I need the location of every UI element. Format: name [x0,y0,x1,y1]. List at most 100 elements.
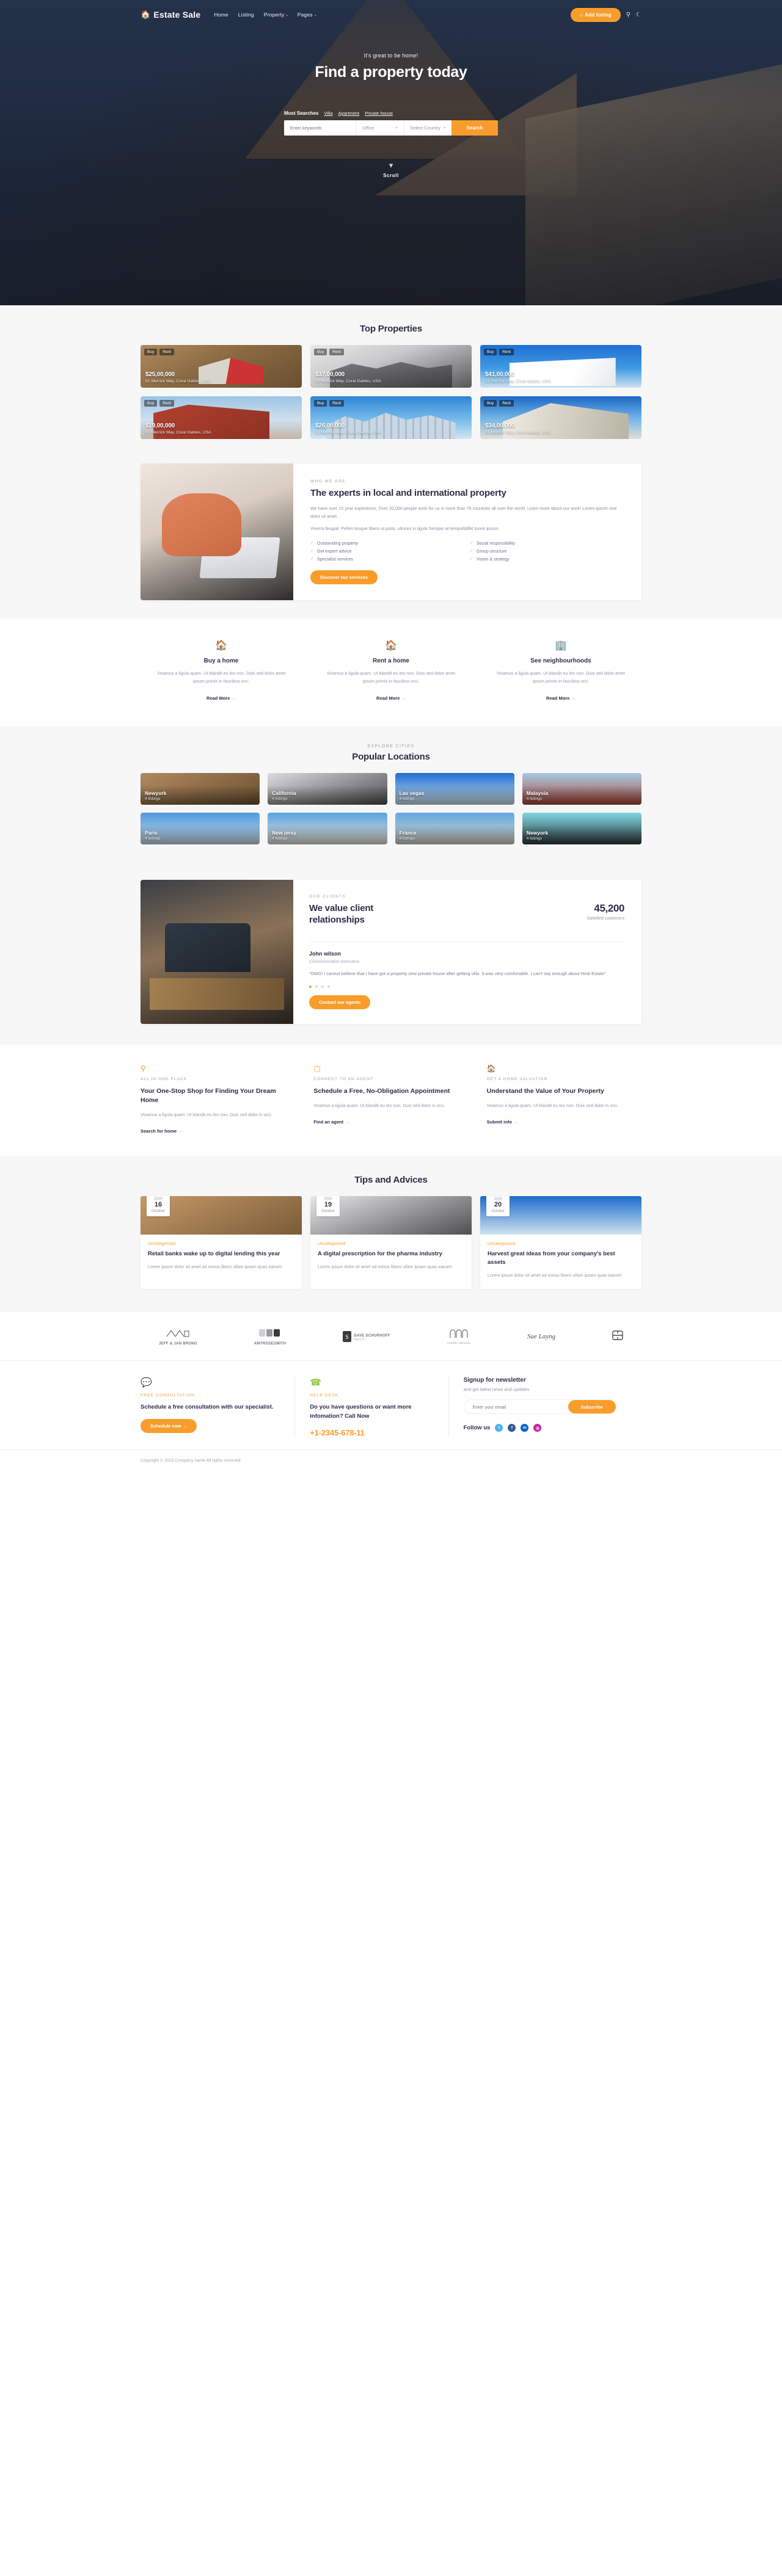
nav-item-pages[interactable]: Pages ⌄ [298,12,317,18]
contact-agents-button[interactable]: Contact our agents [309,995,371,1010]
discover-services-button[interactable]: Discover our services [310,570,378,584]
search-keyword-input[interactable] [284,120,356,136]
feature-read-more-link[interactable]: Read More → [546,695,576,701]
tag-buy[interactable]: Buy [314,349,327,355]
tag-buy[interactable]: Buy [144,400,158,407]
location-card[interactable]: France 4 listings [395,812,514,844]
blog-card[interactable]: 2020 16 October Uncategorized Retail ban… [141,1195,302,1290]
blog-category[interactable]: Uncategorized [488,1242,634,1246]
brand-logo[interactable]: 🏠 Estate Sale [141,10,200,20]
property-address: 51 Merrick Way, Coral Gables, USA [145,430,211,435]
tag-buy[interactable]: Buy [314,400,327,407]
feature-rent-a-home: 🏠 Rent a home Vivamus a ligula quam. Ut … [310,639,472,703]
carousel-dot[interactable] [327,985,330,989]
feature-text: Vivamus a ligula quam. Ut blandit eu leo… [496,670,626,684]
service-link[interactable]: Submit info → [487,1119,518,1125]
who-we-are-image [141,463,293,600]
location-card[interactable]: Las vegas 4 listings [395,772,514,805]
feature-read-more-link[interactable]: Read More → [376,695,406,701]
checklist-item: ✓ Vision & strategy [470,556,510,562]
search-icon[interactable]: ⚲ [626,12,630,18]
nav-item-listing[interactable]: Listing [238,12,255,18]
linkedin-icon[interactable]: in [521,1424,529,1432]
check-icon: ✓ [310,541,314,546]
country-select[interactable]: Select Country ▾ [403,120,452,136]
footer-consultation-text: Schedule a free consultation with our sp… [141,1404,274,1411]
blog-card[interactable]: 2020 19 October Uncategorized A digital … [310,1195,472,1290]
property-card[interactable]: Buy Rent $25,00,000 51 Merrick Way, Cora… [141,345,302,388]
feature-read-more-link[interactable]: Read More → [206,695,236,701]
most-search-apartment[interactable]: Apartment [338,111,360,116]
most-searches-label: Most Searches [284,111,319,116]
add-listing-button[interactable]: ⌂ Add listing [571,7,621,22]
search-button[interactable]: Search [451,120,498,136]
property-address: 51 Merrick Way, Coral Gables, USA [145,379,211,383]
footer-helpdesk-label: HELP DESK [310,1393,339,1398]
blog-excerpt: Lorem ipsum dolor sit amet ad minus libe… [148,1263,282,1269]
location-card[interactable]: California 4 listings [268,772,387,805]
carousel-dot[interactable] [321,985,324,989]
follow-us-label: Follow us [463,1424,491,1432]
property-type-select[interactable]: Office ▾ [356,120,404,136]
location-card[interactable]: Paris 4 listings [141,812,260,844]
tag-buy[interactable]: Buy [144,349,158,355]
twitter-icon[interactable]: t [495,1424,503,1432]
tag-rent[interactable]: Rent [329,349,344,355]
search-bar: Office ▾ Select Country ▾ Search [284,120,498,136]
tag-rent[interactable]: Rent [499,349,514,355]
service-label: ALL IN ONE PLACE [141,1077,188,1082]
location-card[interactable]: New jersy 4 listings [268,812,387,844]
blog-category[interactable]: Uncategorized [148,1242,294,1246]
features-section: 🏠 Buy a home Vivamus a ligula quam. Ut b… [0,618,782,726]
arches-icon [450,1329,468,1338]
search-badge-icon: ⚲ [141,1064,146,1073]
building-icon: 🏢 [555,640,567,651]
tag-rent[interactable]: Rent [499,400,514,407]
tag-rent[interactable]: Rent [329,400,344,407]
testimonial-card: OUR CLIENTS We value client relationship… [141,879,641,1025]
property-card[interactable]: Buy Rent $26,00,000 51 Merrick Way, Cora… [310,396,472,439]
most-search-villa[interactable]: Villa [324,111,332,116]
newsletter-email-input[interactable] [464,1400,568,1414]
most-search-private-house[interactable]: Private house [365,111,393,116]
tag-buy[interactable]: Buy [484,349,497,355]
property-card[interactable]: Buy Rent $37,00,000 51 Merrick Way, Cora… [310,345,472,388]
follow-us-row: Follow us t f in ◎ [464,1424,628,1432]
partners-section: JEFF & JAN BRUNO AMYROSESMITH S DAVE SCH… [0,1311,782,1361]
feature-text: Vivamus a ligula quam. Ut blandit eu leo… [326,670,456,684]
location-listing-count: 4 listings [399,836,415,841]
property-card[interactable]: Buy Rent $41,00,000 51 Merrick Way, Cora… [480,345,641,388]
location-name: California [272,789,296,796]
location-card[interactable]: Malaysia 4 listings [522,772,641,805]
carousel-dot[interactable] [315,985,318,989]
service-link[interactable]: Search for home → [141,1128,183,1134]
instagram-icon[interactable]: ◎ [533,1424,542,1432]
property-tags: Buy Rent [314,400,344,407]
facebook-icon[interactable]: f [508,1424,516,1432]
check-icon: ✓ [310,549,314,554]
nav-item-home[interactable]: Home [214,12,229,18]
footer-phone-number[interactable]: +1-2345-678-11 [310,1428,434,1437]
property-price: $26,00,000 [315,423,345,429]
subscribe-button[interactable]: Subscribe [568,1400,616,1414]
carousel-dot[interactable] [309,985,312,989]
property-card[interactable]: Buy Rent $34,00,000 51 Merrick Way, Cora… [480,396,641,439]
location-card[interactable]: Newyork 4 listings [522,812,641,844]
service-connect-to-an-agent: ▢ CONNECT TO AN AGENT Schedule a Free, N… [313,1064,468,1136]
moon-icon[interactable]: ☾ [636,12,641,18]
property-card[interactable]: Buy Rent $19,00,000 51 Merrick Way, Cora… [141,396,302,439]
tag-rent[interactable]: Rent [159,400,174,407]
blog-card[interactable]: 2020 20 October Uncategorized Harvest gr… [480,1195,641,1290]
schedule-now-button[interactable]: Schedule now → [141,1419,197,1434]
nav-item-property[interactable]: Property ⌄ [264,12,289,18]
blog-month: October [151,1208,165,1213]
location-card[interactable]: Newyork 4 listings [141,772,260,805]
service-link[interactable]: Find an agent → [313,1119,349,1125]
tag-buy[interactable]: Buy [484,400,497,407]
property-price: $25,00,000 [145,371,175,378]
scroll-indicator[interactable]: ▾ Scroll [0,161,782,180]
tag-rent[interactable]: Rent [159,349,174,355]
blog-category[interactable]: Uncategorized [318,1242,464,1246]
feature-buy-a-home: 🏠 Buy a home Vivamus a ligula quam. Ut b… [141,639,302,703]
scroll-label: Scroll [383,173,399,178]
